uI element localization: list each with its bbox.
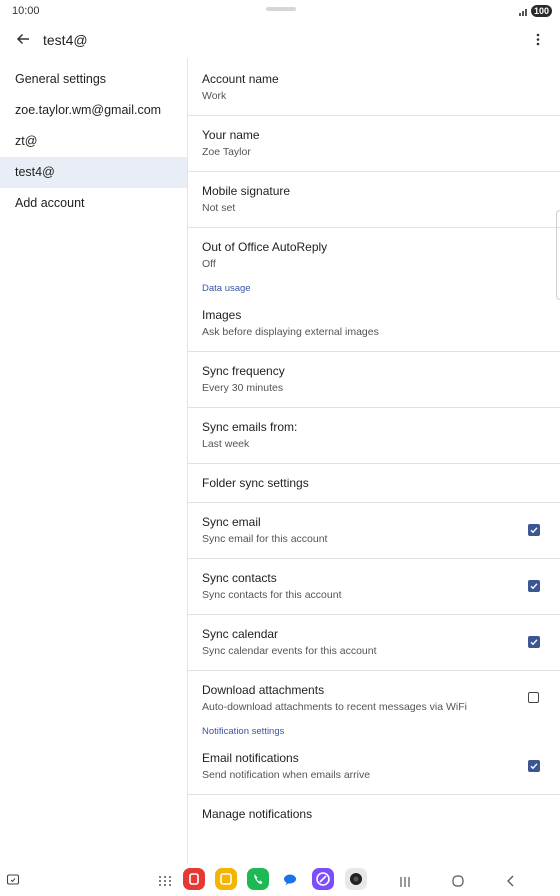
setting-title: Sync email	[202, 515, 261, 529]
sidebar-item-zt-account[interactable]: zt@	[0, 126, 187, 157]
sync-email-checkbox[interactable]	[528, 524, 540, 536]
settings-list: Account name Work Your name Zoe Taylor M…	[188, 60, 560, 833]
sync-calendar-checkbox[interactable]	[528, 636, 540, 648]
out-of-office-setting[interactable]: Out of Office AutoReply Off	[188, 228, 560, 283]
sync-calendar-setting[interactable]: Sync calendar Sync calendar events for t…	[188, 615, 560, 671]
setting-title: Images	[202, 308, 242, 322]
status-time: 10:00	[12, 5, 40, 17]
setting-value: Every 30 minutes	[202, 382, 284, 394]
app-drawer-icon[interactable]	[158, 874, 172, 892]
sidebar-item-zoe-account[interactable]: zoe.taylor.wm@gmail.com	[0, 95, 187, 126]
setting-title: Download attachments	[202, 683, 325, 697]
app-camera-icon[interactable]	[345, 868, 367, 890]
setting-value: Zoe Taylor	[202, 146, 251, 158]
sync-frequency-setting[interactable]: Sync frequency Every 30 minutes	[188, 352, 560, 408]
setting-title: Folder sync settings	[202, 476, 309, 490]
page-title: test4@	[43, 32, 88, 48]
app-purple-icon[interactable]	[312, 868, 334, 890]
back-nav-icon[interactable]	[505, 874, 517, 893]
drag-handle[interactable]	[266, 7, 296, 11]
download-attachments-setting[interactable]: Download attachments Auto-download attac…	[188, 671, 560, 726]
images-setting[interactable]: Images Ask before displaying external im…	[188, 297, 560, 352]
email-notifications-setting[interactable]: Email notifications Send notification wh…	[188, 740, 560, 795]
app-green-phone-icon[interactable]	[247, 868, 269, 890]
app-bar: test4@	[0, 26, 560, 54]
notification-settings-header: Notification settings	[202, 726, 285, 737]
setting-title: Sync calendar	[202, 627, 279, 641]
sidebar-item-add-account[interactable]: Add account	[0, 188, 187, 219]
setting-title: Manage notifications	[202, 807, 313, 821]
sync-emails-from-setting[interactable]: Sync emails from: Last week	[188, 408, 560, 464]
mobile-signature-setting[interactable]: Mobile signature Not set	[188, 172, 560, 228]
setting-title: Account name	[202, 72, 279, 86]
download-attachments-checkbox[interactable]	[528, 692, 539, 703]
app-blue-messages-icon[interactable]	[282, 872, 298, 893]
sync-contacts-setting[interactable]: Sync contacts Sync contacts for this acc…	[188, 559, 560, 615]
setting-value: Auto-download attachments to recent mess…	[202, 701, 467, 713]
setting-title: Your name	[202, 128, 260, 142]
data-usage-header: Data usage	[202, 283, 251, 294]
your-name-setting[interactable]: Your name Zoe Taylor	[188, 116, 560, 172]
setting-value: Sync email for this account	[202, 533, 328, 545]
setting-value: Ask before displaying external images	[202, 326, 379, 338]
edge-panel-handle[interactable]	[556, 210, 560, 300]
more-options-icon[interactable]	[528, 28, 548, 50]
setting-title: Sync frequency	[202, 364, 285, 378]
email-notifications-checkbox[interactable]	[528, 760, 540, 772]
setting-value: Sync contacts for this account	[202, 589, 342, 601]
screenshot-icon[interactable]	[6, 873, 20, 892]
sidebar-item-general-settings[interactable]: General settings	[0, 64, 187, 95]
sidebar: General settings zoe.taylor.wm@gmail.com…	[0, 64, 187, 219]
setting-title: Sync contacts	[202, 571, 277, 585]
setting-title: Sync emails from:	[202, 420, 298, 434]
setting-value: Send notification when emails arrive	[202, 769, 371, 781]
recents-icon[interactable]	[398, 875, 412, 893]
folder-sync-setting[interactable]: Folder sync settings	[188, 464, 560, 503]
app-red-icon[interactable]	[183, 868, 205, 890]
back-arrow-icon[interactable]	[12, 28, 34, 50]
setting-value: Sync calendar events for this account	[202, 645, 377, 657]
status-bar: 10:00 100	[0, 0, 560, 22]
setting-value: Off	[202, 258, 216, 270]
navigation-bar	[0, 864, 560, 896]
account-name-setting[interactable]: Account name Work	[188, 60, 560, 116]
sync-contacts-checkbox[interactable]	[528, 580, 540, 592]
app-yellow-icon[interactable]	[215, 868, 237, 890]
setting-title: Email notifications	[202, 751, 299, 765]
setting-title: Mobile signature	[202, 184, 291, 198]
sidebar-item-test4-account[interactable]: test4@	[0, 157, 187, 188]
setting-value: Work	[202, 90, 227, 102]
setting-title: Out of Office AutoReply	[202, 240, 328, 254]
battery-icon: 100	[531, 5, 553, 17]
manage-notifications-setting[interactable]: Manage notifications	[188, 795, 560, 833]
sync-email-setting[interactable]: Sync email Sync email for this account	[188, 503, 560, 559]
setting-value: Not set	[202, 202, 236, 214]
signal-icon	[519, 8, 529, 16]
setting-value: Last week	[202, 438, 250, 450]
home-icon[interactable]	[451, 874, 465, 893]
